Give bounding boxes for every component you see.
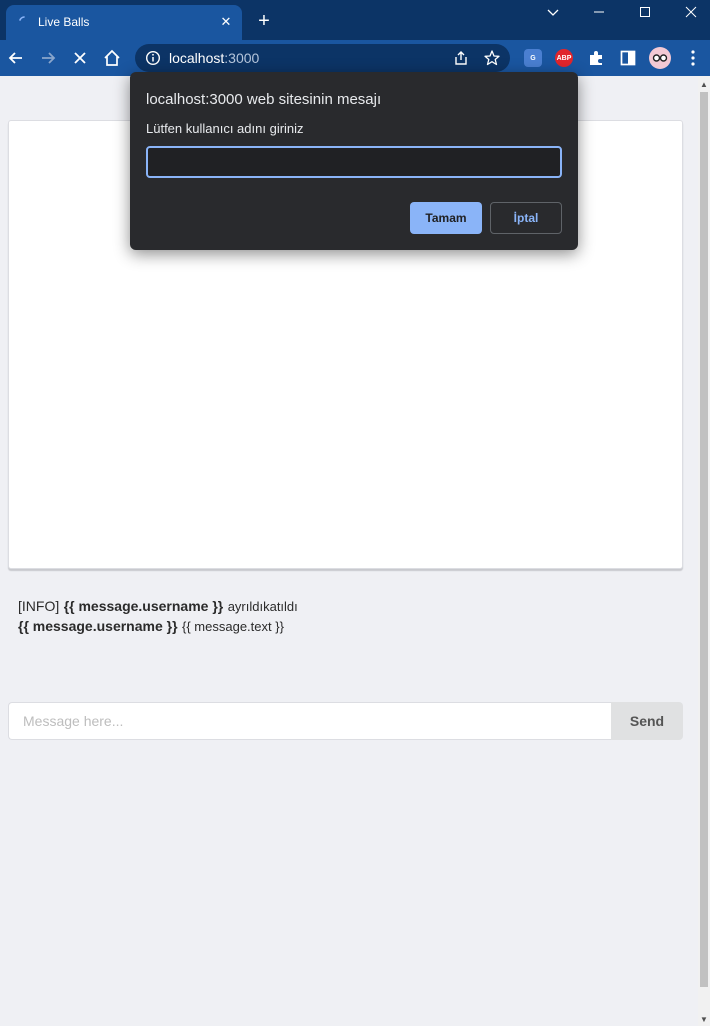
profile-glasses-icon xyxy=(652,54,668,62)
new-tab-icon[interactable]: + xyxy=(254,11,274,31)
side-panel-icon[interactable] xyxy=(617,47,639,69)
loading-spinner-icon xyxy=(19,16,25,21)
message-input[interactable] xyxy=(8,702,611,740)
bookmark-star-icon[interactable] xyxy=(481,47,503,69)
ok-button[interactable]: Tamam xyxy=(410,202,482,234)
chat-form: Send xyxy=(8,702,683,740)
forward-icon[interactable] xyxy=(37,47,59,69)
browser-titlebar: Live Balls ✕ + xyxy=(0,0,710,40)
url-text[interactable]: localhost:3000 xyxy=(169,50,259,66)
scroll-down-arrow-icon[interactable]: ▼ xyxy=(699,1015,709,1025)
profile-avatar[interactable] xyxy=(649,47,671,69)
browser-menu-icon[interactable] xyxy=(682,47,704,69)
scroll-up-arrow-icon[interactable]: ▲ xyxy=(699,80,709,90)
minimize-icon[interactable] xyxy=(587,2,611,22)
message-list: [INFO] {{ message.username }} ayrıldıkat… xyxy=(18,596,298,636)
site-info-icon[interactable] xyxy=(145,50,161,66)
chat-message: {{ message.username }} {{ message.text }… xyxy=(18,616,298,636)
tab-title: Live Balls xyxy=(38,15,90,29)
send-button[interactable]: Send xyxy=(611,702,683,740)
dialog-title: localhost:3000 web sitesinin mesajı xyxy=(146,91,382,108)
adblock-extension-icon[interactable]: ABP xyxy=(555,49,573,67)
cancel-button[interactable]: İptal xyxy=(490,202,562,234)
scrollbar-thumb[interactable] xyxy=(700,92,708,987)
home-icon[interactable] xyxy=(101,47,123,69)
chat-username: {{ message.username }} xyxy=(18,618,178,634)
info-username: {{ message.username }} xyxy=(63,598,224,614)
browser-tab-live-balls[interactable]: Live Balls ✕ xyxy=(6,5,242,40)
chat-text: {{ message.text }} xyxy=(182,619,284,634)
browser-toolbar: localhost:3000 G ABP xyxy=(0,40,710,76)
extensions-puzzle-icon[interactable] xyxy=(585,47,607,69)
maximize-icon[interactable] xyxy=(633,2,657,22)
info-tag: [INFO] xyxy=(18,598,60,614)
share-icon[interactable] xyxy=(450,47,472,69)
close-window-icon[interactable] xyxy=(679,2,703,22)
back-icon[interactable] xyxy=(5,47,27,69)
dialog-label: Lütfen kullanıcı adını giriniz xyxy=(146,121,304,136)
tab-search-chevron-icon[interactable] xyxy=(541,2,565,22)
address-bar[interactable]: localhost:3000 xyxy=(135,44,510,72)
prompt-dialog: localhost:3000 web sitesinin mesajı Lütf… xyxy=(130,72,578,250)
stop-loading-icon[interactable] xyxy=(69,47,91,69)
info-message: [INFO] {{ message.username }} ayrıldıkat… xyxy=(18,596,298,616)
info-status: ayrıldıkatıldı xyxy=(227,599,298,614)
translate-extension-icon[interactable]: G xyxy=(524,49,542,67)
tab-close-icon[interactable]: ✕ xyxy=(218,14,234,30)
username-input[interactable] xyxy=(146,146,562,178)
